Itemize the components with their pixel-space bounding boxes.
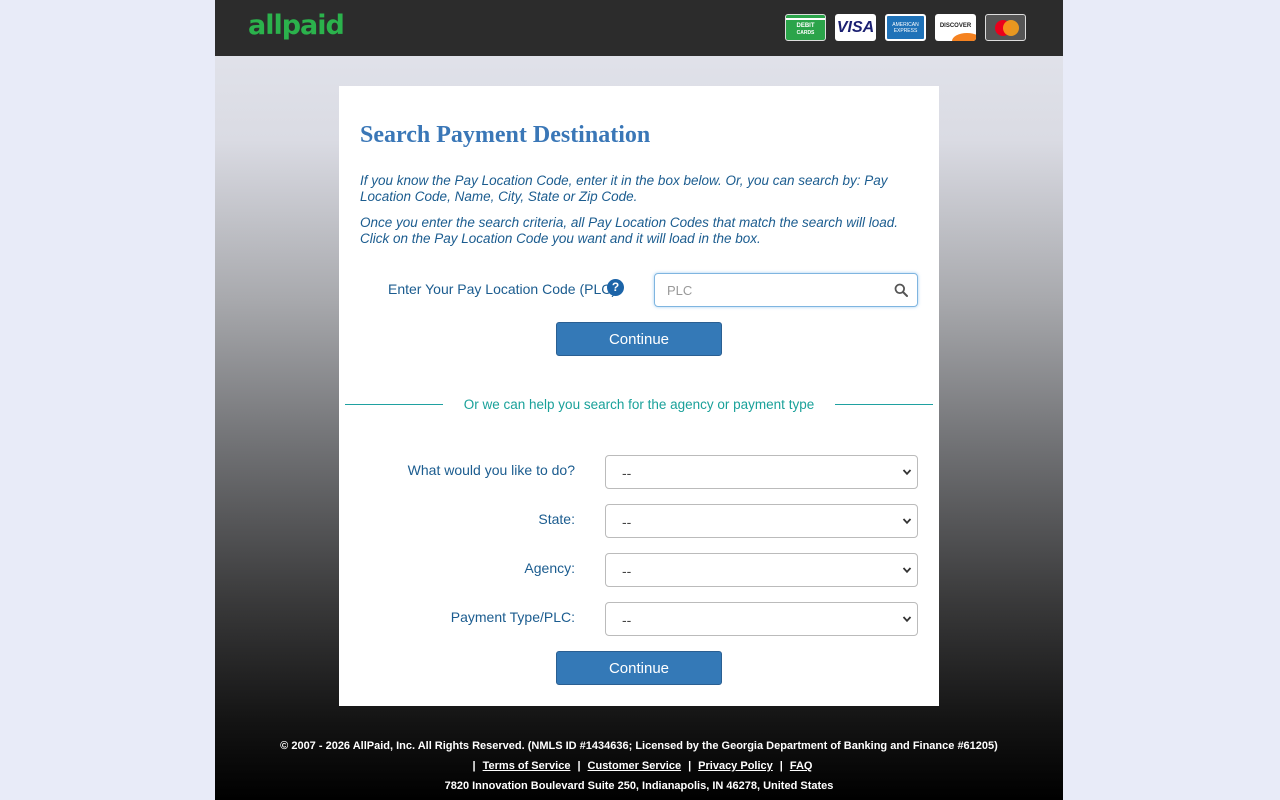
plc-label: Enter Your Pay Location Code (PLC): bbox=[388, 281, 620, 297]
page-title: Search Payment Destination bbox=[360, 122, 651, 148]
intro-text-2: Once you enter the search criteria, all … bbox=[360, 215, 899, 246]
page-container: allpaid DEBIT CARDS VISA AMERICAN EXPRES… bbox=[215, 0, 1063, 800]
search-icon[interactable] bbox=[894, 283, 908, 297]
intro-text-1: If you know the Pay Location Code, enter… bbox=[360, 173, 888, 204]
continue-button-2[interactable]: Continue bbox=[556, 651, 722, 685]
divider-line-right bbox=[835, 404, 933, 405]
discover-icon: DISCOVER bbox=[935, 14, 976, 41]
customer-service-link[interactable]: Customer Service bbox=[588, 760, 682, 772]
state-select[interactable]: -- bbox=[605, 504, 918, 538]
payment-type-label: Payment Type/PLC: bbox=[450, 609, 575, 625]
chevron-down-icon bbox=[902, 469, 912, 476]
footer: © 2007 - 2026 AllPaid, Inc. All Rights R… bbox=[215, 738, 1063, 798]
action-select-value: -- bbox=[622, 465, 632, 481]
footer-links: | Terms of Service | Customer Service | Priva… bbox=[215, 758, 1063, 778]
visa-icon: VISA bbox=[835, 14, 876, 41]
plc-search-box bbox=[654, 273, 918, 307]
accepted-cards: DEBIT CARDS VISA AMERICAN EXPRESS DISCOV… bbox=[785, 14, 1026, 41]
amex-text-2: EXPRESS bbox=[893, 27, 918, 34]
divider-text: Or we can help you search for the agency… bbox=[463, 397, 815, 412]
link-separator: | bbox=[779, 760, 783, 772]
terms-of-service-link[interactable]: Terms of Service bbox=[483, 760, 571, 772]
search-panel: Search Payment Destination If you know t… bbox=[339, 86, 939, 706]
discover-text: DISCOVER bbox=[939, 22, 972, 29]
amex-icon: AMERICAN EXPRESS bbox=[885, 14, 926, 41]
debit-card-icon: DEBIT CARDS bbox=[785, 14, 826, 41]
link-separator: | bbox=[472, 760, 476, 772]
payment-type-select[interactable]: -- bbox=[605, 602, 918, 636]
chevron-down-icon bbox=[902, 567, 912, 574]
state-select-value: -- bbox=[622, 514, 632, 530]
copyright-text: © 2007 - 2026 AllPaid, Inc. All Rights R… bbox=[280, 740, 998, 752]
action-label: What would you like to do? bbox=[407, 462, 575, 478]
visa-text: VISA bbox=[836, 18, 875, 36]
address-text: 7820 Innovation Boulevard Suite 250, Ind… bbox=[444, 780, 834, 792]
chevron-down-icon bbox=[902, 518, 912, 525]
action-select[interactable]: -- bbox=[605, 455, 918, 489]
link-separator: | bbox=[577, 760, 581, 772]
link-separator: | bbox=[688, 760, 692, 772]
chevron-down-icon bbox=[902, 616, 912, 623]
agency-label: Agency: bbox=[524, 560, 575, 576]
header-bar: allpaid DEBIT CARDS VISA AMERICAN EXPRES… bbox=[215, 0, 1063, 56]
divider-line-left bbox=[345, 404, 443, 405]
allpaid-logo[interactable]: allpaid bbox=[248, 10, 345, 41]
plc-input[interactable] bbox=[655, 274, 885, 306]
debit-card-text: DEBIT bbox=[796, 22, 815, 29]
continue-button[interactable]: Continue bbox=[556, 322, 722, 356]
debit-card-text-2: CARDS bbox=[796, 29, 815, 36]
faq-link[interactable]: FAQ bbox=[790, 760, 813, 772]
agency-select-value: -- bbox=[622, 563, 632, 579]
agency-select[interactable]: -- bbox=[605, 553, 918, 587]
help-icon[interactable]: ? bbox=[607, 279, 624, 296]
state-label: State: bbox=[538, 511, 575, 527]
mastercard-icon bbox=[985, 14, 1026, 41]
privacy-policy-link[interactable]: Privacy Policy bbox=[698, 760, 773, 772]
payment-type-select-value: -- bbox=[622, 612, 632, 628]
